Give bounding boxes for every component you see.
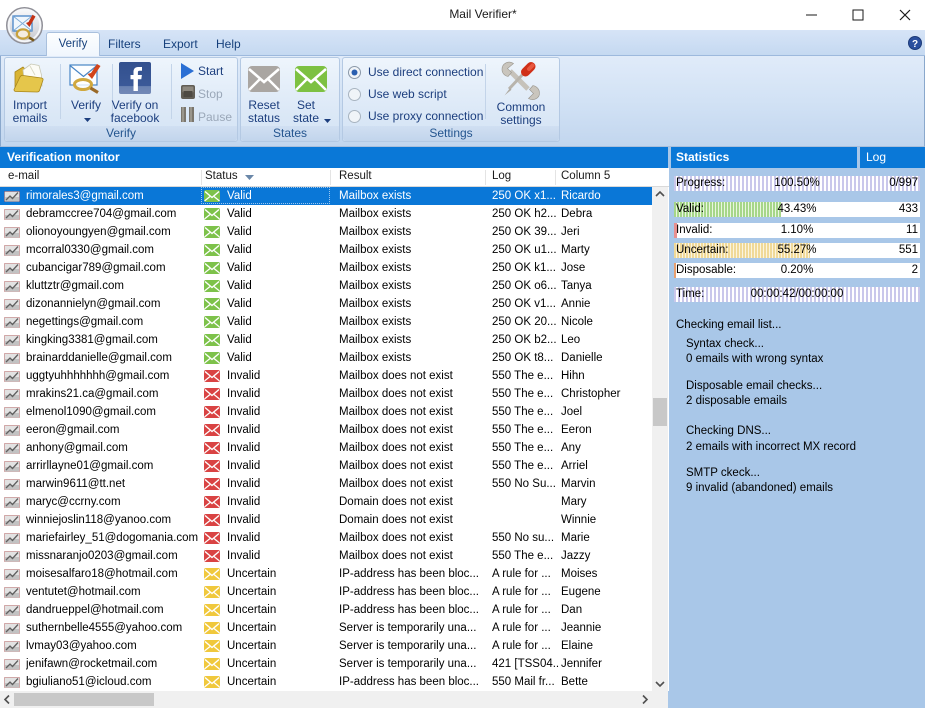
- svg-text:?: ?: [912, 39, 918, 50]
